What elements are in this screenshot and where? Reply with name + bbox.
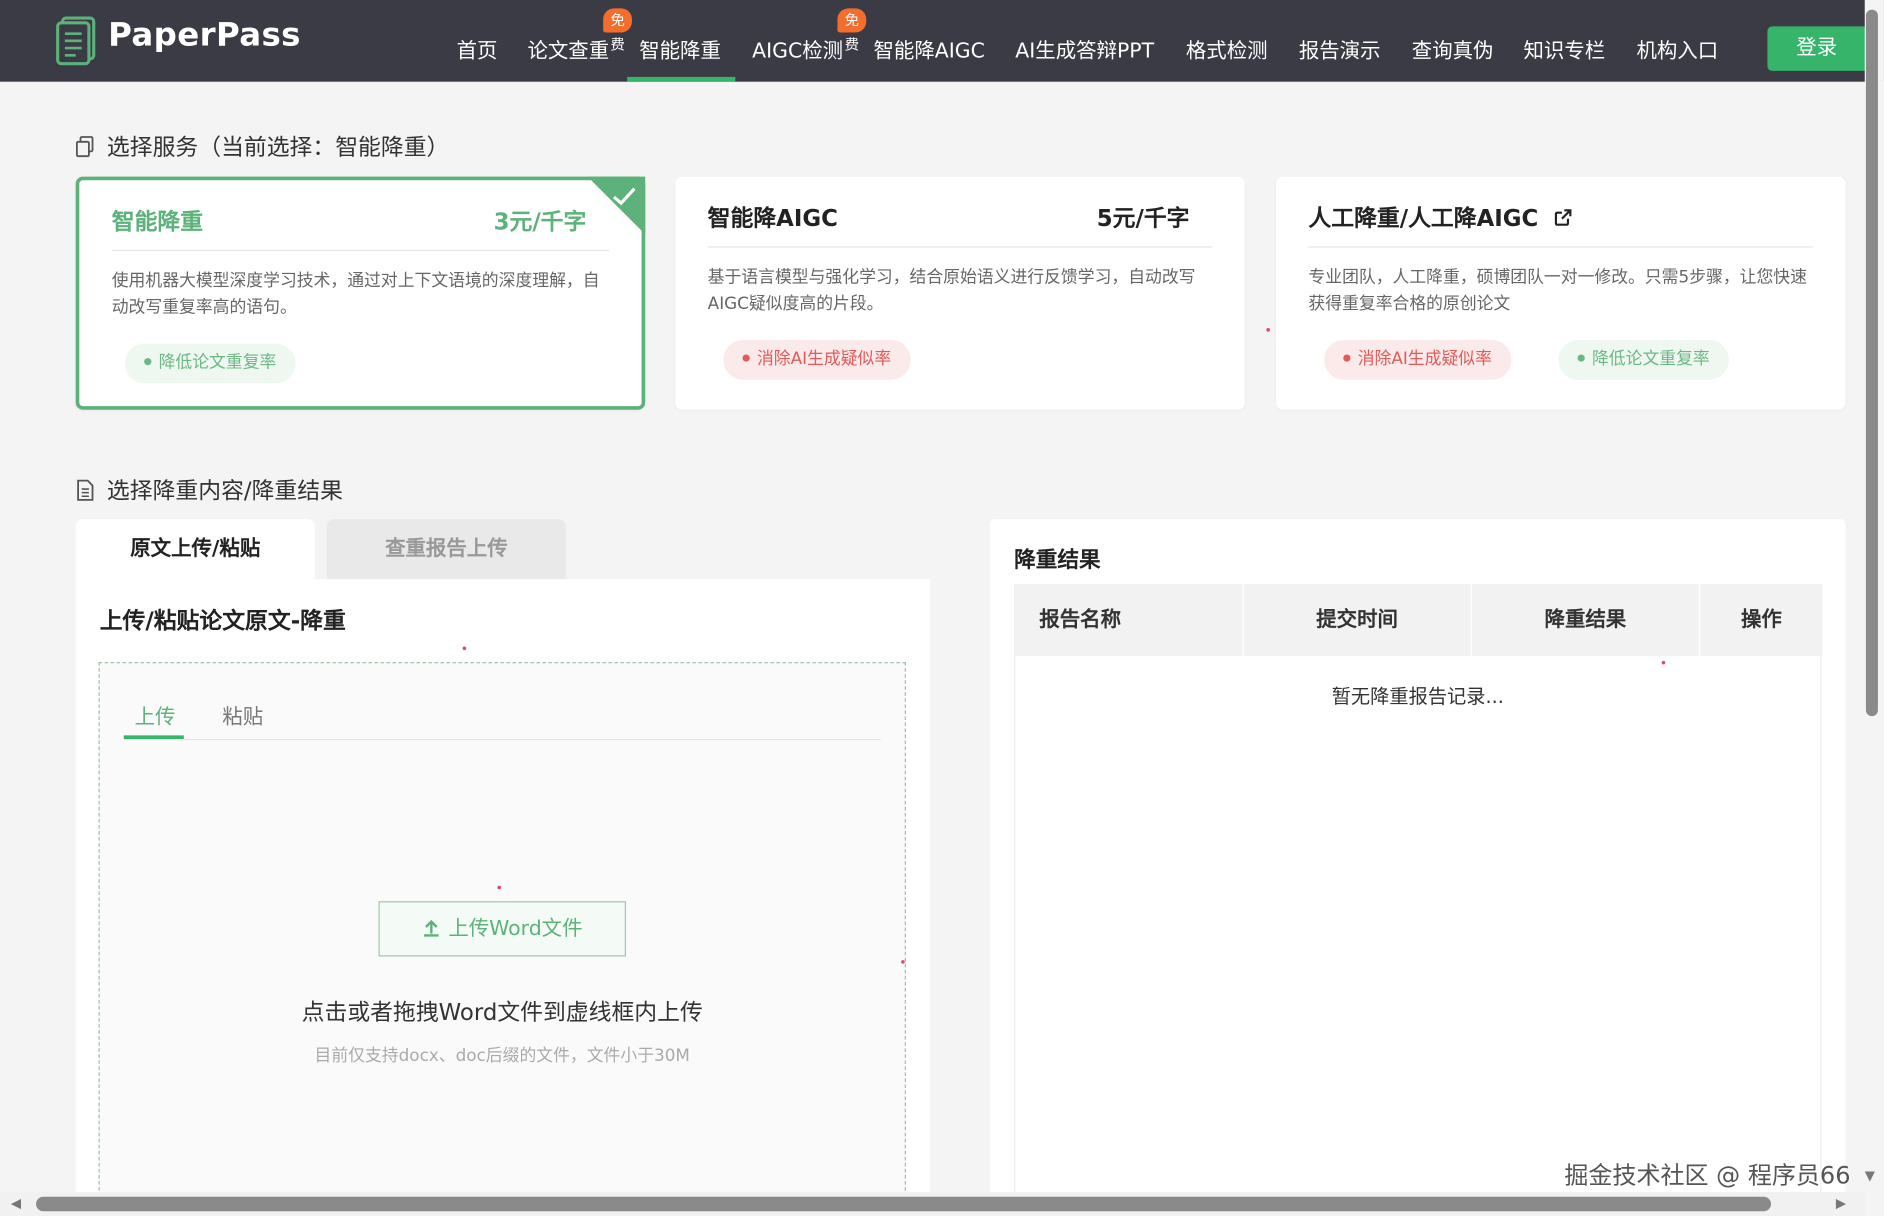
- upload-drop-zone[interactable]: 上传 粘贴 上传Word文件 点击或者拖拽Word文件到虚线框内上传 目前仅支持…: [98, 662, 906, 1216]
- nav-home[interactable]: 首页: [457, 34, 498, 68]
- results-panel: 降重结果 报告名称 提交时间 降重结果 操作 暂无降重报告记录...: [990, 519, 1846, 1216]
- service-card-smart-reduce-aigc[interactable]: 智能降AIGC 5元/千字 基于语言模型与强化学习，结合原始语义进行反馈学习，自…: [675, 176, 1245, 410]
- col-submit-time: 提交时间: [1244, 583, 1472, 657]
- copy-icon: [75, 135, 94, 157]
- brand-name[interactable]: PaperPass: [108, 17, 301, 54]
- nav-format-check[interactable]: 格式检测: [1186, 34, 1268, 68]
- scroll-down-arrow-icon[interactable]: ▼: [1865, 1168, 1875, 1184]
- card-description: 使用机器大模型深度学习技术，通过对上下文语境的深度理解，自动改写重复率高的语句。: [111, 271, 600, 318]
- divider: [123, 738, 881, 741]
- upload-icon: [424, 919, 439, 937]
- content-section-label: 选择降重内容/降重结果: [106, 478, 343, 505]
- tag-label: 消除AI生成疑似率: [1357, 349, 1492, 369]
- col-result: 降重结果: [1472, 583, 1701, 657]
- service-card-manual-rewrite[interactable]: 人工降重/人工降AIGC 专业团队，人工降重，硕博团队一对一修改。只需5步骤，让…: [1275, 176, 1846, 410]
- table-header: 报告名称 提交时间 降重结果 操作: [1015, 583, 1823, 657]
- paperpass-logo-icon: [56, 16, 96, 66]
- free-badge: 免费: [603, 8, 633, 53]
- login-button[interactable]: 登录: [1767, 26, 1869, 71]
- nav-smart-rewrite[interactable]: 智能降重: [639, 34, 721, 68]
- divider: [1308, 246, 1814, 248]
- tag-eliminate-ai-rate: 消除AI生成疑似率: [1324, 340, 1512, 380]
- service-section-title: 选择服务（当前选择：智能降重）: [75, 130, 450, 162]
- dot-icon: [1343, 354, 1351, 362]
- subtab-paste[interactable]: 粘贴: [222, 699, 263, 729]
- col-action: 操作: [1740, 608, 1782, 633]
- scroll-right-arrow-icon[interactable]: ▶: [1836, 1196, 1846, 1212]
- content-section-title: 选择降重内容/降重结果: [76, 473, 343, 505]
- tag-label: 降低论文重复率: [1591, 349, 1710, 369]
- card-name: 智能降重: [111, 209, 204, 236]
- drop-hint: 点击或者拖拽Word文件到虚线框内上传: [301, 999, 703, 1027]
- nav-knowledge-column[interactable]: 知识专栏: [1524, 34, 1606, 68]
- document-icon: [77, 479, 94, 501]
- nav-verify-authenticity[interactable]: 查询真伪: [1412, 34, 1494, 68]
- top-navbar: PaperPass 首页 论文查重 免费 智能降重 AIGC检测 免费 智能降A…: [0, 0, 1884, 82]
- artifact-dot: [497, 885, 502, 890]
- dot-icon: [144, 358, 152, 366]
- free-badge: 免费: [837, 8, 867, 53]
- upload-panel-title: 上传/粘贴论文原文-降重: [99, 608, 346, 635]
- artifact-dot: [462, 646, 467, 651]
- service-section-label: 选择服务（当前选择：智能降重）: [106, 134, 450, 162]
- dot-icon: [742, 354, 750, 362]
- tag-reduce-plagiarism: 降低论文重复率: [1558, 340, 1729, 380]
- upload-word-button[interactable]: 上传Word文件: [378, 901, 626, 957]
- card-name: 人工降重/人工降AIGC: [1308, 201, 1572, 233]
- watermark: 掘金技术社区 @ 程序员66: [1564, 1160, 1851, 1190]
- card-price: 3元/千字: [493, 209, 587, 236]
- divider: [707, 246, 1213, 248]
- tag-label: 降低论文重复率: [158, 353, 277, 373]
- tab-original-upload[interactable]: 原文上传/粘贴: [75, 519, 315, 580]
- empty-state: 暂无降重报告记录...: [1331, 684, 1504, 708]
- vertical-scrollbar-thumb[interactable]: [1865, 9, 1878, 717]
- nav-report-demo[interactable]: 报告演示: [1299, 34, 1381, 68]
- artifact-dot: [1266, 328, 1270, 332]
- active-nav-indicator: [627, 76, 736, 82]
- check-icon: [612, 187, 636, 206]
- file-format-note: 目前仅支持docx、doc后缀的文件，文件小于30M: [314, 1046, 690, 1066]
- card-name-text: 人工降重/人工降AIGC: [1308, 205, 1539, 232]
- card-description: 基于语言模型与强化学习，结合原始语义进行反馈学习，自动改写AIGC疑似度高的片段…: [707, 267, 1196, 314]
- nav-plagiarism-check[interactable]: 论文查重: [527, 34, 609, 68]
- nav-institution-entry[interactable]: 机构入口: [1636, 34, 1718, 68]
- horizontal-scrollbar-thumb[interactable]: [36, 1196, 1772, 1212]
- results-table: 报告名称 提交时间 降重结果 操作 暂无降重报告记录...: [1014, 583, 1823, 1216]
- service-card-smart-rewrite[interactable]: 智能降重 3元/千字 使用机器大模型深度学习技术，通过对上下文语境的深度理解，自…: [75, 176, 646, 410]
- divider: [111, 249, 610, 252]
- nav-aigc-detection[interactable]: AIGC检测: [752, 34, 843, 68]
- tag-eliminate-ai-rate: 消除AI生成疑似率: [723, 340, 911, 380]
- scroll-left-arrow-icon[interactable]: ◀: [11, 1196, 21, 1212]
- artifact-dot: [1661, 660, 1666, 665]
- subtab-upload[interactable]: 上传: [135, 699, 176, 729]
- card-description: 专业团队，人工降重，硕博团队一对一修改。只需5步骤，让您快速获得重复率合格的原创…: [1308, 267, 1807, 314]
- tab-report-upload[interactable]: 查重报告上传: [326, 519, 566, 580]
- card-name: 智能降AIGC: [707, 205, 838, 232]
- card-price: 5元/千字: [1096, 205, 1190, 232]
- tag-reduce-plagiarism: 降低论文重复率: [124, 343, 296, 384]
- nav-smart-reduce-aigc[interactable]: 智能降AIGC: [873, 34, 984, 68]
- tag-label: 消除AI生成疑似率: [756, 349, 892, 369]
- active-subtab-indicator: [123, 735, 184, 739]
- upload-panel: 上传/粘贴论文原文-降重 上传 粘贴 上传Word文件 点击或者拖拽Word文件…: [75, 579, 930, 1216]
- upload-button-label: 上传Word文件: [448, 916, 583, 941]
- results-title: 降重结果: [1014, 547, 1101, 574]
- col-report-name: 报告名称: [1015, 583, 1244, 657]
- nav-ai-defense-ppt[interactable]: AI生成答辩PPT: [1015, 34, 1154, 68]
- external-link-icon[interactable]: [1553, 208, 1572, 227]
- artifact-dot: [901, 960, 905, 964]
- dot-icon: [1577, 354, 1585, 362]
